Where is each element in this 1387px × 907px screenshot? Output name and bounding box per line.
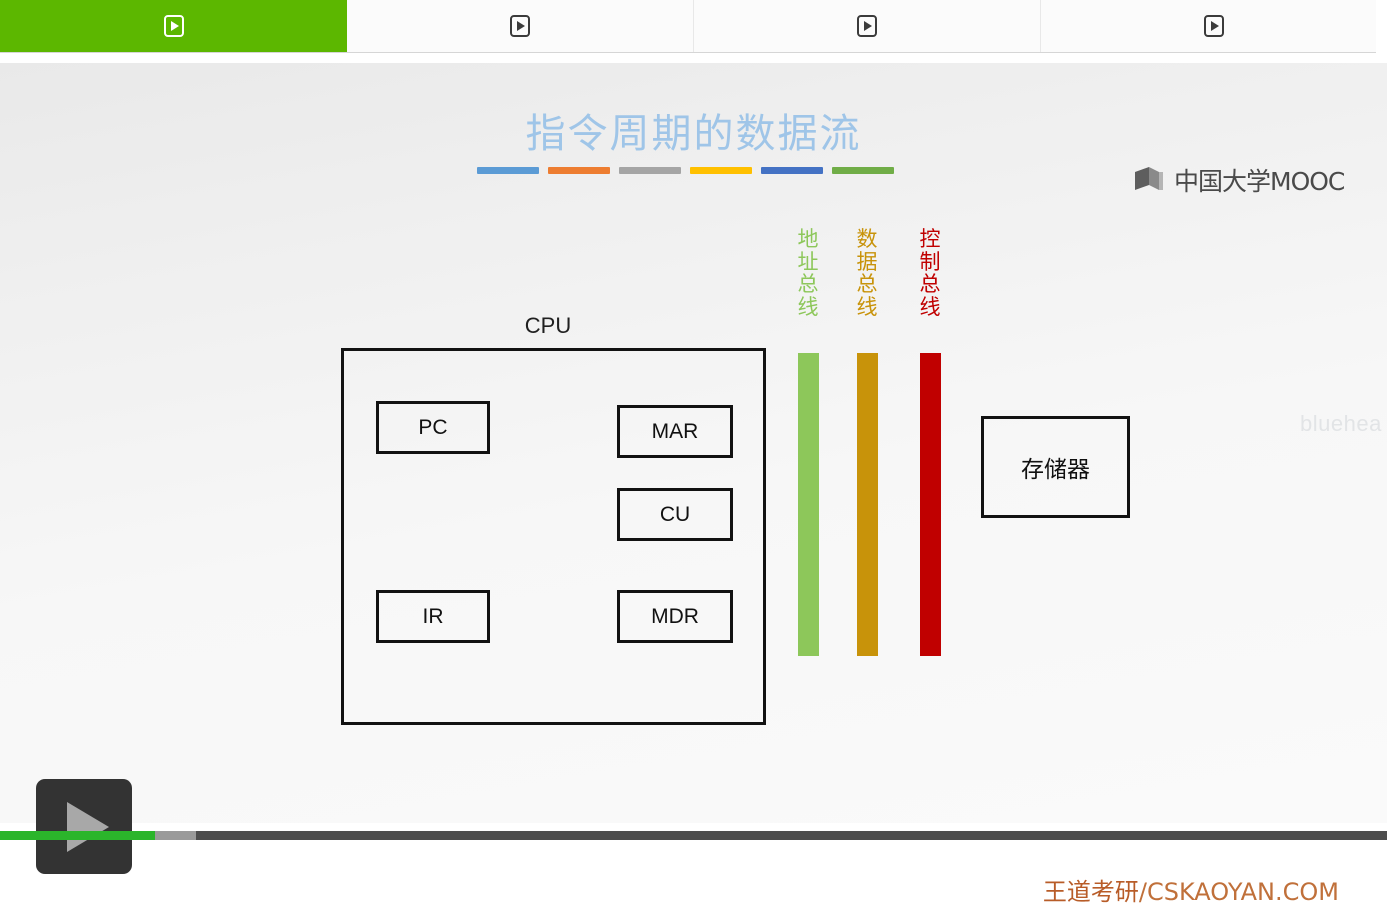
mooc-logo: 中国大学MOOC [1135,162,1345,198]
register-ir: IR [376,590,490,643]
play-icon [1204,15,1224,37]
control-bus-label: 控 制 总 线 [919,227,941,320]
play-icon [857,15,877,37]
video-play-button[interactable] [36,779,132,874]
tab-bar [0,0,1387,53]
data-bus-bar [857,353,878,656]
accent-bar-1 [477,167,539,174]
register-mdr: MDR [617,590,733,643]
address-bus-bar [798,353,819,656]
play-icon [510,15,530,37]
tab-item-1[interactable] [0,0,347,52]
slide-canvas: 指令周期的数据流 中国大学MOOC bluehea CPU PC MAR CU IR M… [0,63,1387,906]
accent-bar-3 [619,167,681,174]
register-pc: PC [376,401,490,454]
tab-bar-filler [1376,0,1387,53]
brand-cn: 王道考研 [1042,878,1139,906]
play-icon [163,15,184,37]
address-bus-label: 地 址 总 线 [797,227,819,320]
brand-watermark: 王道考研/CSKAOYAN.COM [1043,872,1339,907]
accent-bar-2 [548,167,610,174]
data-bus-label: 数 据 总 线 [856,227,878,320]
book-icon [1135,167,1169,193]
progress-played [0,831,156,840]
slide-title: 指令周期的数据流 [525,111,862,156]
memory-box: 存储器 [981,416,1130,518]
watermark-text: bluehea [1300,411,1382,436]
tab-item-2[interactable] [347,0,694,52]
video-progress-bar[interactable] [0,831,1387,840]
accent-bar-5 [761,167,823,174]
cpu-label: CPU [524,313,572,338]
control-bus-bar [920,353,941,656]
register-mar: MAR [617,405,733,458]
accent-bar-row [477,167,894,174]
register-cu: CU [617,488,733,541]
accent-bar-6 [832,167,894,174]
play-icon [67,801,109,852]
brand-url: /CSKAOYAN.COM [1138,878,1339,906]
accent-bar-4 [690,167,752,174]
tab-item-3[interactable] [694,0,1041,52]
tab-item-4[interactable] [1041,0,1387,52]
mooc-logo-text: 中国大学MOOC [1174,167,1345,196]
